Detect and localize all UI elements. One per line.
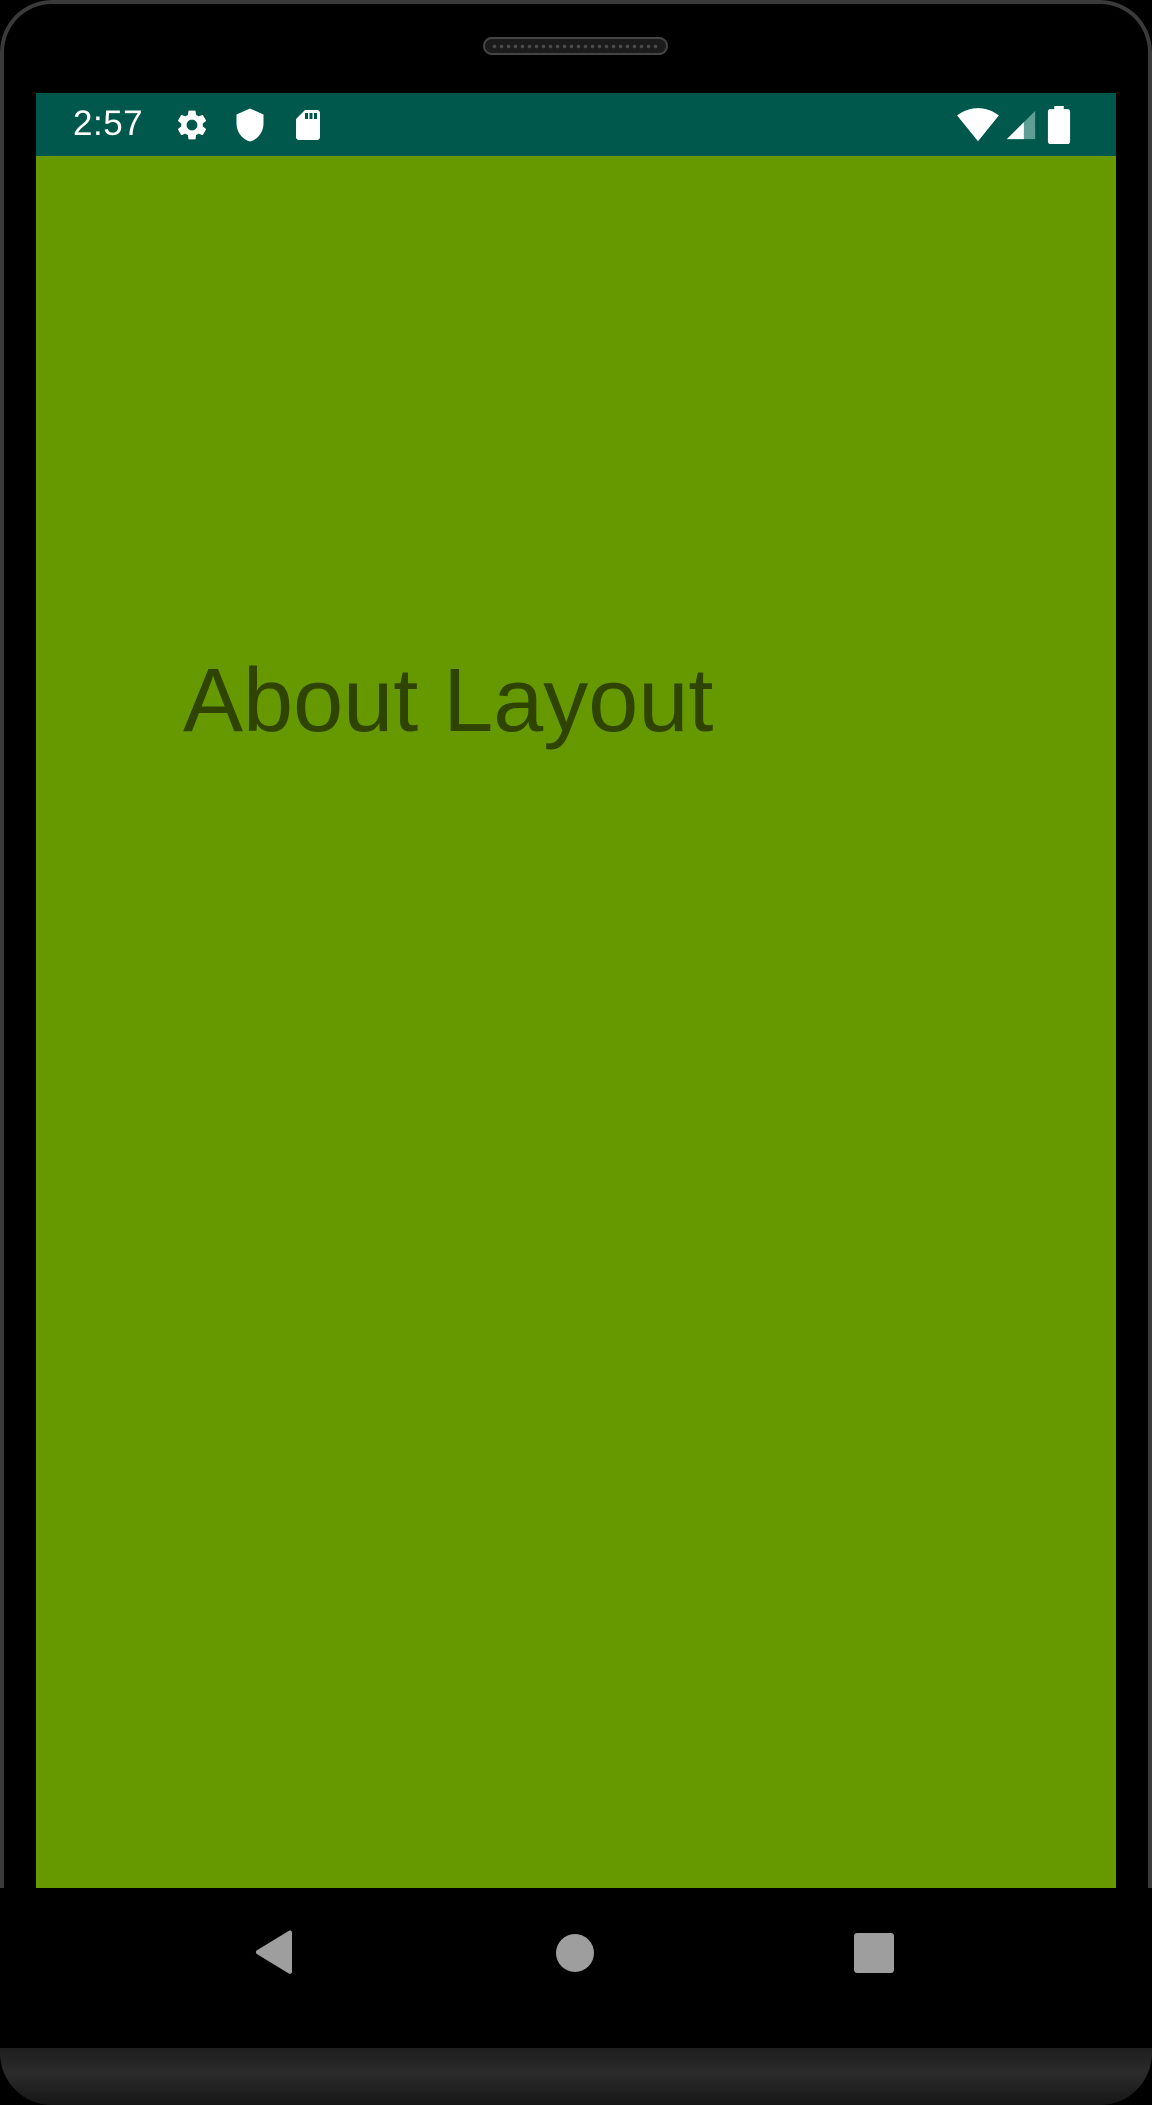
page-title: About Layout — [183, 651, 714, 751]
battery-icon — [1047, 106, 1071, 144]
status-time: 2:57 — [73, 104, 144, 143]
phone-chin — [0, 2048, 1152, 2105]
navigation-bar — [0, 1888, 1152, 2048]
cellular-signal-icon — [1006, 110, 1036, 140]
sd-card-icon — [296, 110, 320, 140]
speaker-grill — [491, 44, 660, 49]
earpiece-speaker — [483, 37, 668, 55]
home-button[interactable] — [545, 1923, 605, 1983]
phone-frame: 2:57 About Layout — [0, 0, 1152, 2105]
back-icon — [255, 1930, 292, 1974]
gear-icon — [177, 110, 207, 140]
back-button[interactable] — [245, 1923, 305, 1983]
wifi-icon — [957, 108, 999, 142]
shield-icon — [236, 108, 264, 142]
status-bar: 2:57 — [36, 93, 1116, 156]
home-icon — [556, 1934, 594, 1972]
app-screen: 2:57 About Layout — [36, 93, 1116, 1888]
recents-icon — [854, 1933, 894, 1973]
recents-button[interactable] — [844, 1923, 904, 1983]
